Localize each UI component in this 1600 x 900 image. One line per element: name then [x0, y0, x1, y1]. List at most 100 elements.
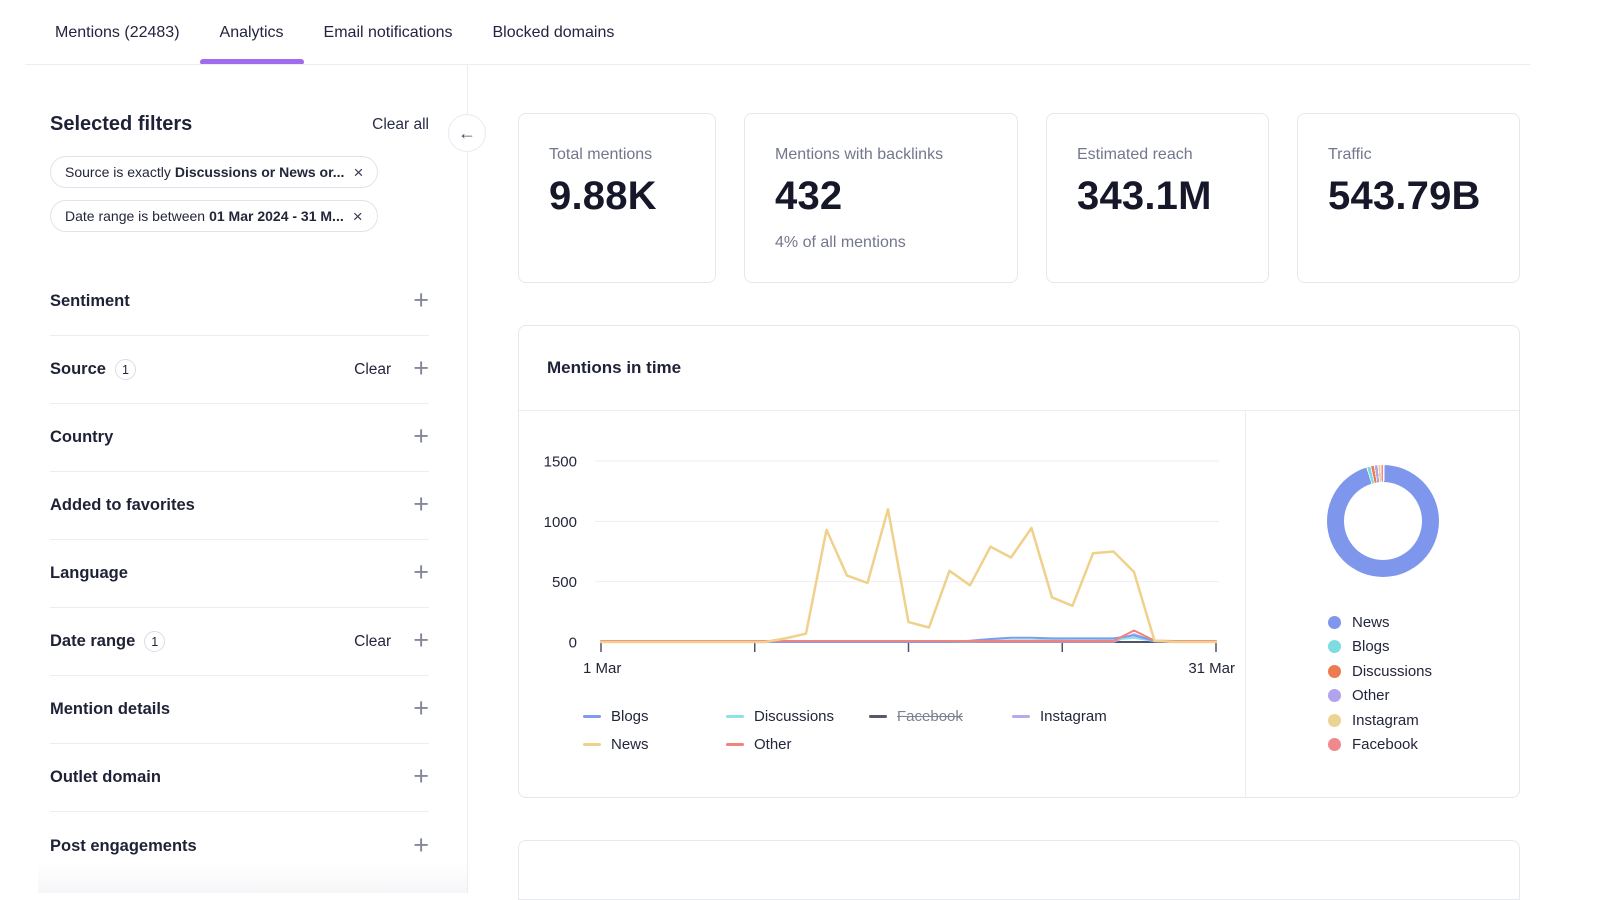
donut-legend-label: News: [1352, 614, 1390, 631]
donut-legend-label: Instagram: [1352, 712, 1419, 729]
tab-mentions[interactable]: Mentions (22483): [35, 0, 200, 65]
filter-sections: Sentiment + Source 1 Clear + Country + A…: [50, 268, 429, 880]
section-label: Country: [50, 428, 113, 447]
mentions-in-time-card: Mentions in time 1500 1000 500 0 1 Mar 31 Mar…: [518, 325, 1520, 798]
svg-text:500: 500: [552, 574, 577, 591]
plus-icon[interactable]: +: [413, 355, 429, 382]
tab-blocked-domains[interactable]: Blocked domains: [473, 0, 635, 65]
filter-section-post-engagements[interactable]: Post engagements +: [50, 812, 429, 880]
legend-dot-icon: [1328, 665, 1341, 678]
tab-mentions-label: Mentions (22483): [55, 24, 180, 42]
donut-legend-item-discussions[interactable]: Discussions: [1328, 659, 1519, 684]
legend-item-instagram[interactable]: Instagram: [1012, 708, 1155, 725]
close-icon[interactable]: ×: [353, 164, 363, 181]
donut-legend-item-facebook[interactable]: Facebook: [1328, 733, 1519, 758]
legend-dash-icon: [869, 715, 887, 718]
chart-title: Mentions in time: [547, 358, 681, 378]
clear-section-link[interactable]: Clear: [354, 361, 391, 379]
filters-sidebar: Selected filters Clear all Source is exa…: [38, 65, 467, 893]
svg-text:0: 0: [569, 635, 577, 652]
legend-label: Blogs: [611, 708, 649, 725]
tab-analytics[interactable]: Analytics: [200, 0, 304, 65]
legend-item-other[interactable]: Other: [726, 736, 869, 753]
donut-legend-item-other[interactable]: Other: [1328, 684, 1519, 709]
stat-card-total-mentions: Total mentions 9.88K: [518, 113, 716, 283]
plus-icon[interactable]: +: [413, 559, 429, 586]
stat-card-traffic: Traffic 543.79B: [1297, 113, 1520, 283]
filter-chip-date-range[interactable]: Date range is between 01 Mar 2024 - 31 M…: [50, 200, 378, 232]
filter-chip-source[interactable]: Source is exactly Discussions or News or…: [50, 156, 378, 188]
stat-card-mentions-with-backlinks: Mentions with backlinks 432 4% of all me…: [744, 113, 1018, 283]
chip-text: Source is exactly: [65, 164, 171, 180]
filter-section-added-to-favorites[interactable]: Added to favorites +: [50, 472, 429, 540]
section-label: Source: [50, 360, 106, 379]
clear-all-filters-link[interactable]: Clear all: [372, 116, 429, 134]
donut-panel: News Blogs Discussions Other Instagram Facebo…: [1245, 411, 1519, 798]
legend-item-news[interactable]: News: [583, 736, 726, 753]
stat-value: 343.1M: [1077, 174, 1238, 219]
donut-hole: [1344, 482, 1422, 560]
plus-icon[interactable]: +: [413, 695, 429, 722]
filter-section-language[interactable]: Language +: [50, 540, 429, 608]
donut-legend-item-blogs[interactable]: Blogs: [1328, 635, 1519, 660]
section-label: Sentiment: [50, 292, 130, 311]
svg-text:1500: 1500: [544, 454, 577, 471]
legend-dot-icon: [1328, 616, 1341, 629]
section-label: Mention details: [50, 700, 170, 719]
stat-label: Traffic: [1328, 146, 1489, 164]
donut-legend-label: Blogs: [1352, 638, 1390, 655]
chip-value: Discussions or News or...: [175, 164, 345, 180]
filter-count-badge: 1: [115, 359, 136, 380]
collapse-sidebar-button[interactable]: ←: [448, 114, 486, 152]
tab-analytics-label: Analytics: [220, 24, 284, 42]
filter-count-badge: 1: [144, 631, 165, 652]
legend-label: Facebook: [897, 708, 963, 725]
legend-dot-icon: [1328, 689, 1341, 702]
filter-section-date-range[interactable]: Date range 1 Clear +: [50, 608, 429, 676]
plus-icon[interactable]: +: [413, 491, 429, 518]
plus-icon[interactable]: +: [413, 627, 429, 654]
legend-dot-icon: [1328, 714, 1341, 727]
filter-section-sentiment[interactable]: Sentiment +: [50, 268, 429, 336]
line-chart: 1500 1000 500 0 1 Mar 31 Mar Blogs Discussions…: [519, 411, 1245, 798]
stat-value: 432: [775, 174, 987, 219]
legend-dash-icon: [1012, 715, 1030, 718]
tab-email-notifications[interactable]: Email notifications: [304, 0, 473, 65]
legend-item-facebook[interactable]: Facebook: [869, 708, 1012, 725]
donut-legend-item-news[interactable]: News: [1328, 610, 1519, 635]
section-label: Post engagements: [50, 837, 197, 856]
filter-section-mention-details[interactable]: Mention details +: [50, 676, 429, 744]
legend-dot-icon: [1328, 640, 1341, 653]
plus-icon[interactable]: +: [413, 832, 429, 859]
left-arrow-icon: ←: [458, 123, 476, 144]
donut-legend-label: Other: [1352, 687, 1390, 704]
tab-email-notifications-label: Email notifications: [324, 24, 453, 42]
donut-legend: News Blogs Discussions Other Instagram Facebo…: [1328, 610, 1519, 757]
plus-icon[interactable]: +: [413, 763, 429, 790]
filter-section-outlet-domain[interactable]: Outlet domain +: [50, 744, 429, 812]
legend-dash-icon: [726, 743, 744, 746]
legend-item-blogs[interactable]: Blogs: [583, 708, 726, 725]
legend-label: Other: [754, 736, 792, 753]
plus-icon[interactable]: +: [413, 423, 429, 450]
chip-value: 01 Mar 2024 - 31 M...: [209, 208, 344, 224]
svg-text:1000: 1000: [544, 514, 577, 531]
close-icon[interactable]: ×: [353, 208, 363, 225]
plus-icon[interactable]: +: [413, 287, 429, 314]
svg-text:1 Mar: 1 Mar: [583, 660, 621, 677]
filter-section-country[interactable]: Country +: [50, 404, 429, 472]
section-label: Language: [50, 564, 128, 583]
section-label: Date range: [50, 632, 135, 651]
top-tab-bar: Mentions (22483) Analytics Email notific…: [0, 0, 1600, 65]
stat-value: 543.79B: [1328, 174, 1489, 219]
svg-text:31 Mar: 31 Mar: [1188, 660, 1235, 677]
section-label: Outlet domain: [50, 768, 161, 787]
donut-legend-item-instagram[interactable]: Instagram: [1328, 708, 1519, 733]
stats-row: Total mentions 9.88K Mentions with backl…: [518, 113, 1520, 283]
legend-dot-icon: [1328, 738, 1341, 751]
clear-section-link[interactable]: Clear: [354, 633, 391, 651]
filter-section-source[interactable]: Source 1 Clear +: [50, 336, 429, 404]
tab-blocked-domains-label: Blocked domains: [493, 24, 615, 42]
legend-label: News: [611, 736, 649, 753]
legend-item-discussions[interactable]: Discussions: [726, 708, 869, 725]
